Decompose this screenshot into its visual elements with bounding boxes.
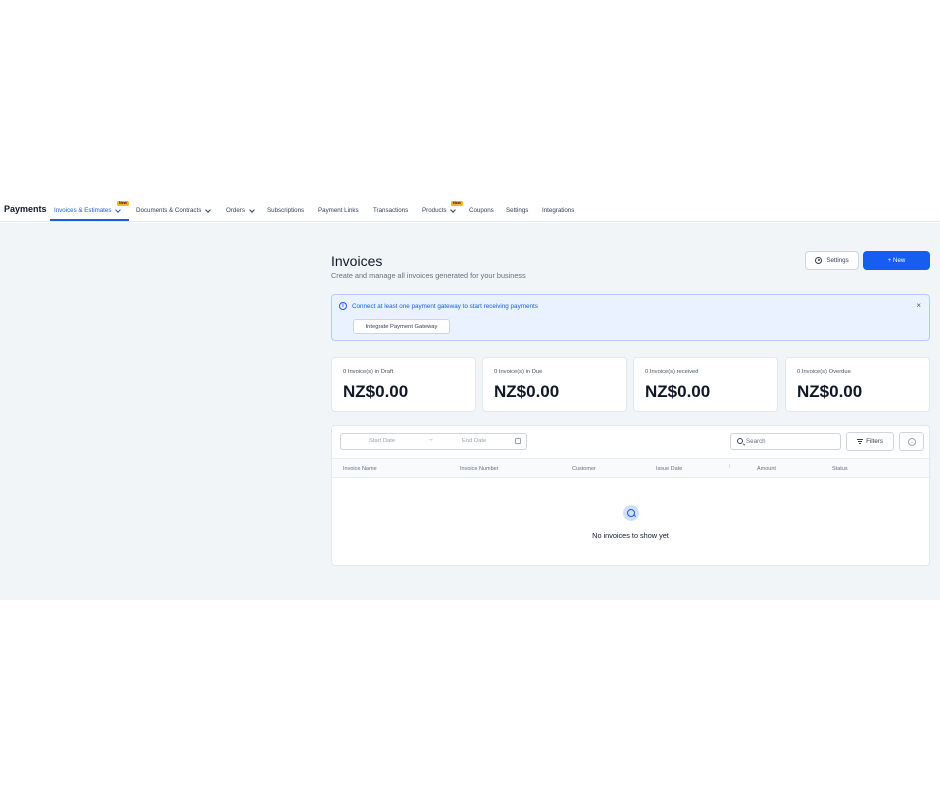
nav-item-label: Payment Links (318, 207, 359, 214)
new-button-label: + New (887, 257, 906, 264)
nav-item-transactions[interactable]: Transactions (373, 207, 408, 214)
nav-item-label: Settings (506, 207, 529, 214)
download-button[interactable]: ↓ (899, 432, 924, 451)
page-title: Invoices (331, 253, 383, 269)
nav-item-label: Integrations (542, 207, 575, 214)
nav-item-subscriptions[interactable]: Subscriptions (267, 207, 304, 214)
new-badge: New (451, 201, 463, 206)
filters-label: Filters (866, 438, 883, 445)
card-value: NZ$0.00 (343, 382, 409, 401)
nav-item-label: Transactions (373, 207, 409, 214)
column-header-invoice-name[interactable]: Invoice Name (343, 466, 377, 472)
download-icon: ↓ (908, 438, 916, 446)
nav-item-payment-links[interactable]: Payment Links (318, 207, 359, 214)
page-subtitle: Create and manage all invoices generated… (331, 271, 526, 280)
end-date-input[interactable]: End Date (462, 438, 486, 444)
card-value: NZ$0.00 (797, 382, 863, 401)
summary-card-due: 0 Invoice(s) in Due NZ$0.00 (482, 357, 627, 412)
summary-card-draft: 0 Invoice(s) in Draft NZ$0.00 (331, 357, 476, 412)
arrow-right-icon: → (427, 436, 434, 443)
card-label: 0 Invoice(s) in Due (494, 369, 543, 375)
chevron-down-icon (249, 206, 255, 213)
summary-card-overdue: 0 Invoice(s) Overdue NZ$0.00 (785, 357, 930, 412)
nav-item-label: Coupons (469, 207, 494, 214)
info-icon: i (339, 302, 347, 310)
nav-item-coupons[interactable]: Coupons (469, 207, 494, 214)
nav-item-products[interactable]: Products (422, 206, 457, 214)
nav-item-invoices-estimates[interactable]: Invoices & Estimates (54, 206, 122, 214)
card-value: NZ$0.00 (494, 382, 560, 401)
main-content: Invoices Create and manage all invoices … (0, 223, 940, 600)
column-header-status[interactable]: Status (832, 466, 848, 472)
invoices-table-panel: Start Date → End Date Search Filters ↓ I… (331, 425, 930, 566)
date-range-picker[interactable]: Start Date → End Date (340, 433, 527, 450)
nav-item-integrations[interactable]: Integrations (542, 207, 574, 214)
column-header-invoice-number[interactable]: Invoice Number (460, 466, 499, 472)
column-header-amount[interactable]: Amount (757, 466, 776, 472)
new-badge: New (117, 201, 129, 206)
close-icon[interactable]: × (916, 301, 921, 310)
sort-arrow-icon[interactable]: ↑ (728, 464, 731, 470)
search-empty-icon (623, 505, 639, 521)
payment-gateway-alert: i Connect at least one payment gateway t… (331, 294, 930, 341)
filters-button[interactable]: Filters (846, 432, 894, 451)
start-date-input[interactable]: Start Date (369, 438, 395, 444)
settings-button[interactable]: Settings (805, 251, 859, 270)
card-value: NZ$0.00 (645, 382, 711, 401)
chevron-down-icon (115, 206, 122, 213)
search-placeholder: Search (746, 438, 766, 445)
card-label: 0 Invoice(s) received (645, 369, 699, 375)
calendar-icon (515, 438, 521, 444)
nav-item-label: Invoices & Estimates (54, 207, 112, 214)
search-input[interactable]: Search (730, 433, 841, 450)
card-label: 0 Invoice(s) Overdue (797, 369, 851, 375)
nav-item-label: Subscriptions (267, 207, 305, 214)
column-header-issue-date[interactable]: Issue Date (656, 466, 682, 472)
nav-item-label: Orders (226, 207, 245, 214)
gear-icon (815, 257, 823, 264)
active-tab-indicator (50, 219, 129, 221)
card-label: 0 Invoice(s) in Draft (343, 369, 394, 375)
chevron-down-icon (205, 206, 212, 213)
top-nav: Payments Invoices & Estimates New Docume… (0, 198, 940, 222)
chevron-down-icon (450, 206, 457, 213)
filter-icon (857, 439, 864, 444)
nav-item-settings[interactable]: Settings (506, 207, 528, 214)
new-invoice-button[interactable]: + New (863, 251, 930, 270)
empty-state-message: No invoices to show yet (592, 531, 669, 540)
nav-item-orders[interactable]: Orders (226, 206, 255, 214)
brand-title: Payments (4, 204, 47, 214)
column-header-customer[interactable]: Customer (572, 466, 596, 472)
search-icon (737, 438, 743, 444)
nav-item-label: Products (422, 207, 447, 214)
alert-message: Connect at least one payment gateway to … (352, 303, 538, 310)
nav-item-label: Documents & Contracts (136, 207, 202, 214)
nav-item-documents-contracts[interactable]: Documents & Contracts (136, 206, 212, 214)
settings-button-label: Settings (826, 257, 849, 264)
integrate-gateway-button[interactable]: Integrate Payment Gateway (353, 319, 450, 334)
summary-card-received: 0 Invoice(s) received NZ$0.00 (633, 357, 778, 412)
table-header: Invoice Name Invoice Number Customer Iss… (332, 458, 929, 478)
